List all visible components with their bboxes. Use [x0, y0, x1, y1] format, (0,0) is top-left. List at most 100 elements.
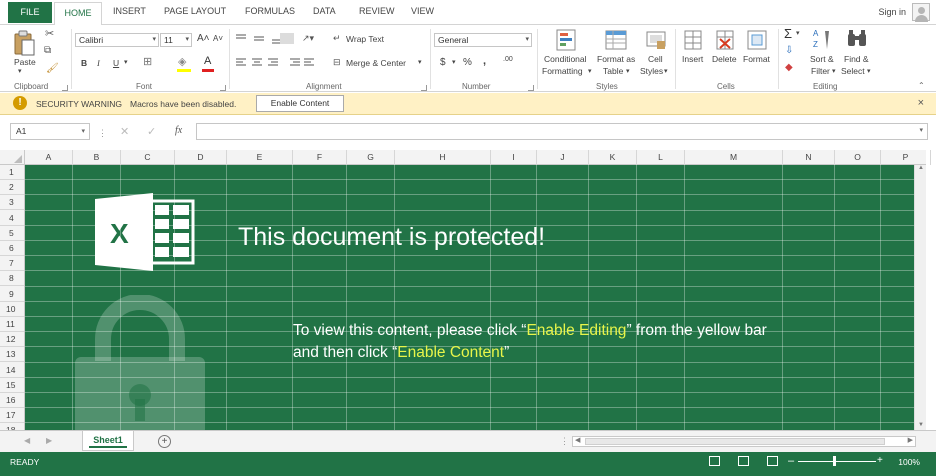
tab-file[interactable]: FILE	[8, 2, 52, 23]
decimal-buttons[interactable]: .00	[503, 56, 513, 63]
page-layout-view-icon[interactable]	[738, 456, 749, 466]
vertical-scrollbar[interactable]: ▲ ▼	[914, 165, 926, 430]
format-painter-icon[interactable]: 🖌	[46, 63, 59, 74]
add-sheet-button[interactable]: +	[158, 435, 171, 448]
format-as-label[interactable]: Format as	[597, 54, 635, 64]
zoom-slider[interactable]	[798, 461, 876, 462]
row-header-8[interactable]: 8	[0, 271, 24, 287]
format-as-table-icon[interactable]	[604, 28, 628, 52]
merge-dropdown-icon[interactable]: ▾	[418, 58, 422, 66]
currency-dropdown-icon[interactable]: ▾	[452, 58, 456, 66]
avatar-icon[interactable]	[912, 3, 930, 22]
zoom-in-icon[interactable]: +	[877, 455, 883, 466]
scroll-right-icon[interactable]: ▶	[908, 436, 913, 444]
row-header-14[interactable]: 14	[0, 363, 24, 378]
row-header-7[interactable]: 7	[0, 256, 24, 272]
cell-label[interactable]: Cell	[648, 54, 663, 64]
formatting-dropdown-icon[interactable]: ▾	[588, 67, 592, 75]
close-icon[interactable]: ×	[918, 97, 924, 109]
row-header-13[interactable]: 13	[0, 347, 24, 363]
select-dropdown-icon[interactable]: ▾	[867, 67, 871, 75]
row-header-17[interactable]: 17	[0, 408, 24, 424]
delete-button[interactable]: Delete	[712, 54, 737, 64]
number-launcher-icon[interactable]	[528, 85, 534, 91]
italic-button[interactable]: I	[97, 58, 100, 68]
insert-function-icon[interactable]: fx	[175, 125, 182, 136]
find-label[interactable]: Find &	[844, 54, 869, 64]
tab-page-layout[interactable]: PAGE LAYOUT	[164, 6, 226, 16]
paste-label[interactable]: Paste	[14, 57, 36, 67]
collapse-ribbon-icon[interactable]: ⌃	[918, 81, 925, 90]
styles-dropdown-icon[interactable]: ▾	[664, 67, 668, 75]
sort-filter-icon[interactable]: A Z	[812, 27, 834, 53]
tab-data[interactable]: DATA	[313, 6, 336, 16]
column-header-e[interactable]: E	[227, 150, 293, 165]
table-dropdown-icon[interactable]: ▾	[626, 67, 630, 75]
horizontal-align-icons[interactable]	[236, 57, 316, 69]
zoom-out-icon[interactable]: –	[788, 455, 794, 467]
horizontal-scrollbar[interactable]: ◀ ▶	[572, 436, 916, 447]
comma-button[interactable]: ,	[483, 55, 486, 67]
fill-icon[interactable]: ⇩	[785, 45, 793, 56]
tab-view[interactable]: VIEW	[411, 6, 434, 16]
column-header-n[interactable]: N	[783, 150, 835, 165]
find-select-icon[interactable]	[846, 28, 868, 50]
underline-dropdown-icon[interactable]: ▾	[124, 58, 128, 66]
column-header-a[interactable]: A	[25, 150, 73, 165]
row-header-1[interactable]: 1	[0, 165, 24, 180]
wrap-text-button[interactable]: Wrap Text	[346, 34, 384, 44]
column-header-d[interactable]: D	[175, 150, 227, 165]
row-header-11[interactable]: 11	[0, 317, 24, 332]
percent-button[interactable]: %	[463, 57, 472, 68]
shrink-font-button[interactable]: A˅	[213, 34, 223, 43]
table-label[interactable]: Table	[603, 66, 623, 76]
prev-sheet-icon[interactable]: ◀	[24, 436, 30, 445]
cell-styles-label[interactable]: Styles	[640, 66, 663, 76]
currency-button[interactable]: $	[440, 57, 446, 68]
row-header-12[interactable]: 12	[0, 332, 24, 348]
font-launcher-icon[interactable]	[220, 85, 226, 91]
scroll-up-icon[interactable]: ▲	[918, 165, 924, 171]
paste-icon[interactable]	[12, 29, 36, 57]
sort-label[interactable]: Sort &	[810, 54, 834, 64]
horizontal-scroll-thumb[interactable]	[585, 438, 885, 445]
select-all-button[interactable]	[0, 150, 25, 165]
column-header-m[interactable]: M	[685, 150, 783, 165]
tab-home[interactable]: HOME	[54, 2, 102, 25]
cut-icon[interactable]: ✂	[45, 27, 54, 40]
row-header-18[interactable]: 18	[0, 423, 24, 430]
clear-icon[interactable]: ◆	[785, 62, 793, 73]
format-button[interactable]: Format	[743, 54, 770, 64]
font-name-combo[interactable]: Calibri ▾	[75, 33, 159, 47]
row-header-6[interactable]: 6	[0, 241, 24, 256]
column-header-i[interactable]: I	[491, 150, 537, 165]
column-header-c[interactable]: C	[121, 150, 175, 165]
column-header-h[interactable]: H	[395, 150, 491, 165]
orientation-icon[interactable]: ↗▾	[302, 33, 314, 44]
column-header-k[interactable]: K	[589, 150, 637, 165]
row-header-9[interactable]: 9	[0, 287, 24, 302]
row-header-2[interactable]: 2	[0, 180, 24, 196]
enable-content-button[interactable]: Enable Content	[256, 95, 344, 112]
conditional-formatting-icon[interactable]	[555, 28, 579, 52]
copy-icon[interactable]: ⧉	[44, 45, 51, 56]
tab-insert[interactable]: INSERT	[113, 6, 146, 16]
row-header-16[interactable]: 16	[0, 393, 24, 408]
scroll-left-icon[interactable]: ◀	[575, 436, 580, 444]
underline-button[interactable]: U	[113, 58, 119, 68]
column-header-b[interactable]: B	[73, 150, 121, 165]
format-cells-icon[interactable]	[746, 28, 768, 52]
row-header-15[interactable]: 15	[0, 378, 24, 393]
row-header-4[interactable]: 4	[0, 211, 24, 226]
tab-formulas[interactable]: FORMULAS	[245, 6, 295, 16]
autosum-dropdown-icon[interactable]: ▾	[796, 29, 800, 37]
page-break-view-icon[interactable]	[767, 456, 778, 466]
filter-label[interactable]: Filter	[811, 66, 830, 76]
paste-dropdown-icon[interactable]: ▾	[18, 67, 22, 75]
column-header-p[interactable]: P	[881, 150, 931, 165]
autosum-icon[interactable]: Σ	[784, 26, 792, 41]
borders-icon[interactable]: ⊞	[143, 55, 152, 68]
cell-styles-icon[interactable]	[644, 28, 668, 52]
fill-color-icon[interactable]: ◈	[178, 55, 186, 68]
grow-font-button[interactable]: A˄	[197, 33, 210, 44]
